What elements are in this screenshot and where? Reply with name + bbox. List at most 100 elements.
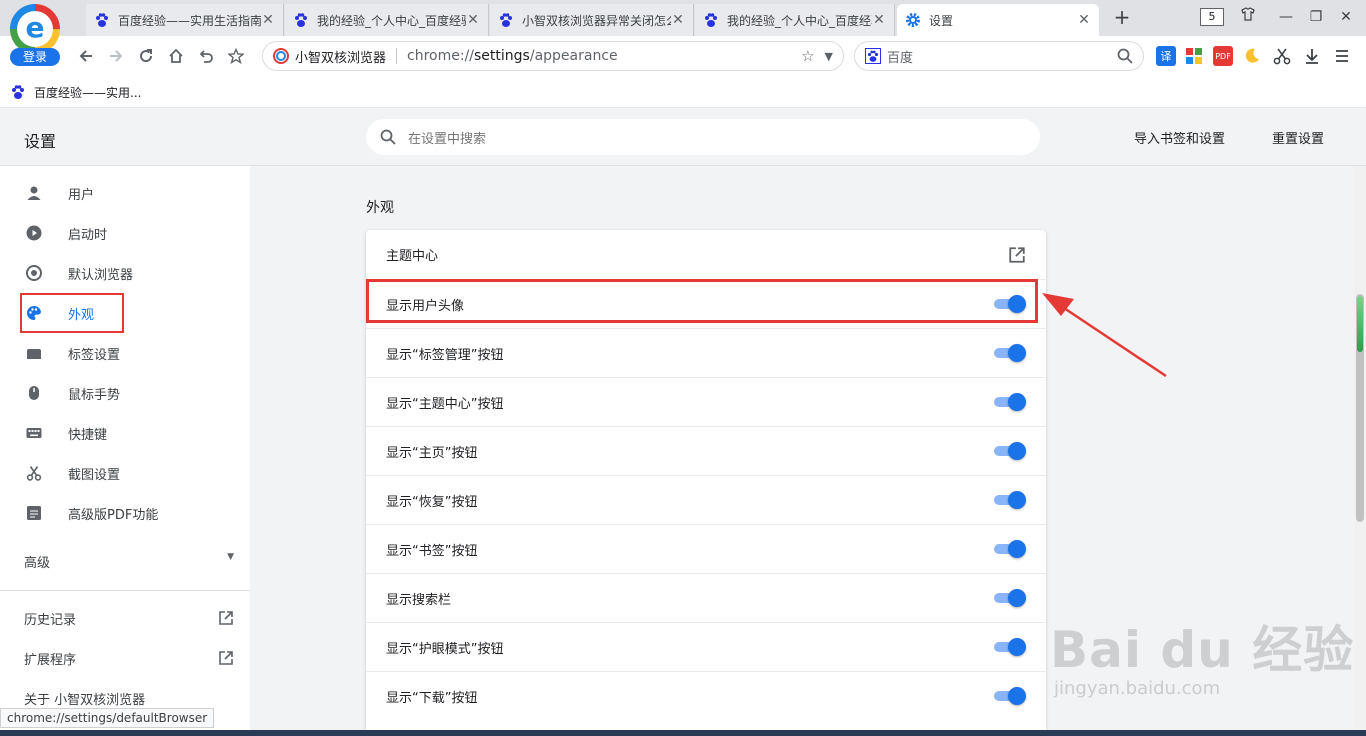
close-tab-icon[interactable]: ✕ [466,12,480,28]
row-home-button[interactable]: 显示“主页”按钮 [366,426,1046,475]
sidebar-item-mouse-gesture[interactable]: 鼠标手势 [0,373,250,413]
row-search-bar[interactable]: 显示搜索栏 [366,573,1046,622]
settings-header: 设置 在设置中搜索 导入书签和设置 重置设置 [0,108,1366,166]
row-eye-care-button[interactable]: 显示“护眼模式”按钮 [366,622,1046,671]
toggle-switch[interactable] [994,343,1026,363]
settings-search-placeholder: 在设置中搜索 [408,131,487,147]
undo-close-icon[interactable] [194,44,218,68]
baidu-paw-icon [500,13,512,27]
sidebar-item-startup[interactable]: 启动时 [0,213,250,253]
sidebar-item-tabs[interactable]: 标签设置 [0,333,250,373]
sidebar-item-user[interactable]: 用户 [0,173,250,213]
tab-browser-crash[interactable]: 小智双核浏览器异常关闭怎么办 ✕ [490,4,694,36]
apps-grid-icon[interactable] [1184,46,1204,66]
night-mode-icon[interactable] [1242,46,1262,66]
row-theme-button[interactable]: 显示“主题中心”按钮 [366,377,1046,426]
row-restore-button[interactable]: 显示“恢复”按钮 [366,475,1046,524]
menu-icon[interactable] [1332,46,1352,66]
row-theme-center[interactable]: 主题中心 [366,230,1046,279]
bookmark-item[interactable]: 百度经验——实用... [10,82,141,102]
tab-settings[interactable]: 设置 ✕ [897,4,1099,36]
scrollbar-thumb[interactable] [1356,294,1364,522]
toggle-switch[interactable] [994,539,1026,559]
back-icon[interactable] [74,44,98,68]
row-bookmark-button[interactable]: 显示“书签”按钮 [366,524,1046,573]
watermark-brand: Bai du 经验 [1050,621,1355,679]
annotation-arrow [1042,293,1167,378]
appearance-card: 主题中心 显示用户头像 显示“标签管理”按钮 显示“主题中心”按钮 显示“主页”… [366,230,1046,736]
download-icon[interactable] [1302,46,1322,66]
close-tab-icon[interactable]: ✕ [261,12,275,28]
row-label: 显示“主题中心”按钮 [386,396,504,412]
settings-search-input[interactable]: 在设置中搜索 [366,119,1040,155]
reload-icon[interactable] [134,44,158,68]
advanced-label: 高级 [24,556,51,571]
sidebar-item-pdf[interactable]: 高级版PDF功能 [0,493,250,533]
new-tab-button[interactable]: + [1112,6,1132,30]
sidebar-item-label: 默认浏览器 [68,267,134,283]
forward-icon[interactable] [104,44,128,68]
star-icon[interactable]: ☆ [801,47,814,65]
tab-my-jingyan[interactable]: 我的经验_个人中心_百度经验 ✕ [285,4,489,36]
baidu-paw-icon [705,13,717,27]
toolbar: 小智双核浏览器 chrome://settings/appearance ☆ ▼… [0,36,1366,76]
toggle-switch[interactable] [994,392,1026,412]
restore-icon[interactable]: ❐ [1302,6,1330,30]
toggle-knob [1008,344,1026,362]
toggle-switch[interactable] [994,637,1026,657]
translate-icon[interactable]: 译 [1156,46,1176,66]
window-close-icon[interactable]: ✕ [1332,6,1360,30]
address-bar[interactable]: 小智双核浏览器 chrome://settings/appearance ☆ ▼ [262,41,844,71]
row-label: 显示“下载”按钮 [386,690,478,706]
home-icon[interactable] [164,44,188,68]
browser-logo[interactable]: e 登录 [6,4,64,66]
sidebar-item-screenshot[interactable]: 截图设置 [0,453,250,493]
import-bookmarks-link[interactable]: 导入书签和设置 [1134,128,1225,147]
status-bar: chrome://settings/defaultBrowser [0,708,215,728]
baidu-watermark: Bai du 经验 jingyan.baidu.com [1050,590,1353,710]
row-tab-manager-button[interactable]: 显示“标签管理”按钮 [366,328,1046,377]
toggle-knob [1008,540,1026,558]
open-external-icon[interactable] [1008,246,1026,264]
sidebar-item-default-browser[interactable]: 默认浏览器 [0,253,250,293]
sidebar-link-extensions[interactable]: 扩展程序 [24,646,234,670]
close-tab-icon[interactable]: ✕ [872,12,886,28]
tab-my-jingyan-2[interactable]: 我的经验_个人中心_百度经验 ✕ [695,4,895,36]
search-box[interactable]: 百度 [854,41,1144,71]
row-label: 显示用户头像 [386,298,465,314]
toggle-switch[interactable] [994,294,1026,314]
settings-sidebar: 用户 启动时 默认浏览器 外观 标签设置 鼠标手势 快捷键 截图设置 高级版PD… [0,166,250,736]
search-icon[interactable] [1117,48,1133,64]
row-show-avatar[interactable]: 显示用户头像 [366,279,1046,328]
pdf-icon[interactable]: PDF [1213,46,1233,66]
open-external-icon [219,651,233,665]
minimize-icon[interactable]: — [1272,6,1300,30]
reset-settings-link[interactable]: 重置设置 [1272,128,1324,147]
power-icon [24,223,44,243]
tab-icon [24,343,44,363]
toggle-switch[interactable] [994,490,1026,510]
tab-title: 设置 [929,13,954,28]
page-scrollbar[interactable] [1354,166,1366,736]
sidebar-item-shortcuts[interactable]: 快捷键 [0,413,250,453]
baidu-paw-icon [865,48,881,64]
toggle-switch[interactable] [994,686,1026,706]
toggle-switch[interactable] [994,588,1026,608]
sidebar-item-label: 启动时 [68,227,108,243]
toggle-knob [1008,638,1026,656]
sidebar-link-history[interactable]: 历史记录 [24,606,234,630]
close-tab-icon[interactable]: ✕ [671,12,685,28]
sidebar-link-about[interactable]: 关于 小智双核浏览器 [24,686,234,710]
login-button[interactable]: 登录 [10,48,60,66]
bookmark-star-icon[interactable] [224,44,248,68]
tab-count-badge[interactable]: 5 [1200,8,1224,26]
toggle-switch[interactable] [994,441,1026,461]
sidebar-advanced-toggle[interactable]: 高级 ▼ [24,552,234,571]
row-download-button[interactable]: 显示“下载”按钮 [366,671,1046,720]
skin-icon[interactable] [1234,6,1262,30]
scissors-icon[interactable] [1272,46,1292,66]
close-tab-icon[interactable]: ✕ [1077,12,1091,28]
chevron-down-icon[interactable]: ▼ [825,50,833,63]
url-text[interactable]: chrome://settings/appearance [407,48,801,64]
tab-baidu-jingyan[interactable]: 百度经验——实用生活指南 ✕ [86,4,284,36]
